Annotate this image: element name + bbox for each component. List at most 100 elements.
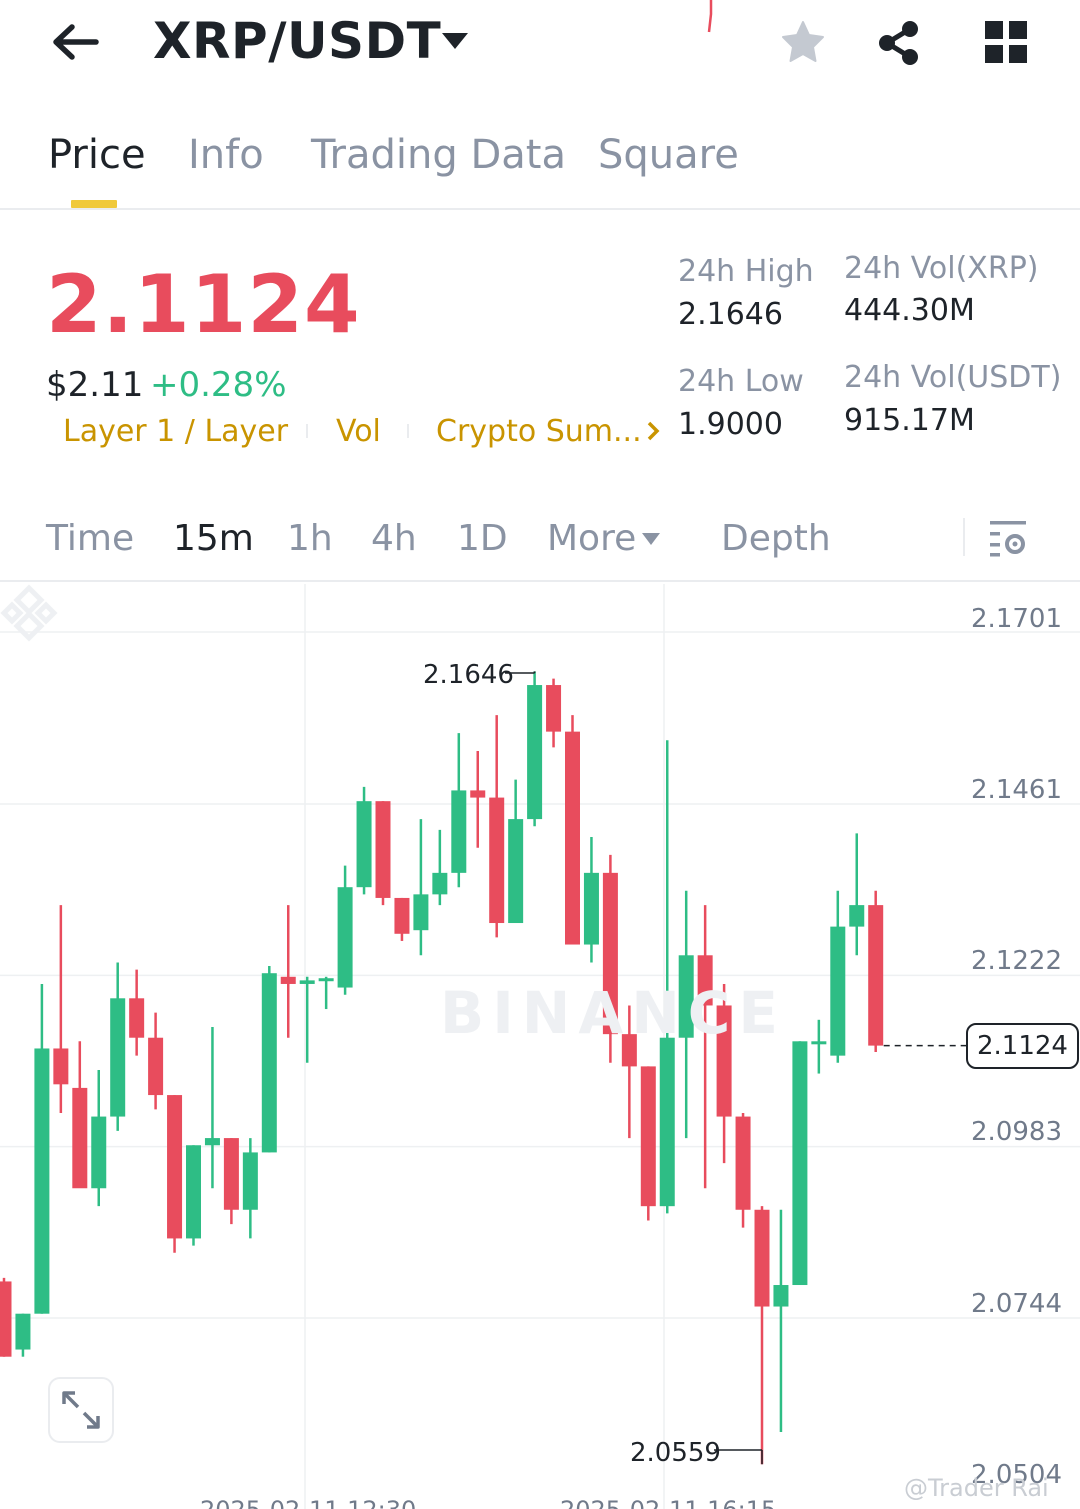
low-value: 1.9000 (678, 407, 783, 442)
candlestick-chart[interactable]: BINANCE 2.1701 2.1461 2.1222 2.0983 2.07… (0, 584, 1080, 1509)
fullscreen-button[interactable] (48, 1377, 114, 1443)
candle-body (129, 998, 145, 1038)
candle-body (318, 978, 334, 982)
candle-body (811, 1041, 827, 1045)
candle-body (261, 973, 277, 1153)
candle-body (849, 905, 865, 927)
candle-body (299, 980, 315, 984)
tab-price[interactable]: Price (48, 132, 146, 178)
expand-icon (62, 1391, 100, 1429)
caret-down-icon[interactable] (440, 30, 470, 52)
candle-body (204, 1138, 220, 1146)
candle-body (337, 887, 353, 988)
candle-body (735, 1116, 751, 1210)
x-axis-label: 2025-02-11 12:30 (200, 1496, 416, 1509)
y-axis-label: 2.0744 (971, 1289, 1062, 1319)
star-icon[interactable] (778, 18, 828, 68)
candle-body (451, 790, 467, 873)
candle-body (394, 897, 410, 934)
red-pen-mark (707, 0, 713, 33)
high-marker-label: 2.1646 (423, 660, 514, 690)
candle-body (223, 1138, 239, 1210)
candle-body (432, 872, 448, 895)
candle-body (15, 1313, 31, 1350)
candle-body (659, 1037, 675, 1207)
candle-body (754, 1209, 770, 1307)
vol-quote-value: 915.17M (844, 403, 975, 438)
low-marker-label: 2.0559 (630, 1438, 721, 1468)
price-change-percent: +0.28% (150, 365, 287, 405)
vol-base-value: 444.30M (844, 293, 975, 328)
interval-1h[interactable]: 1h (287, 518, 333, 559)
tab-square[interactable]: Square (598, 132, 739, 178)
interval-more[interactable]: More (547, 518, 636, 559)
candle-body (640, 1066, 656, 1207)
candle-body (375, 801, 391, 898)
high-value: 2.1646 (678, 297, 783, 332)
candle-body (792, 1041, 808, 1286)
interval-1d[interactable]: 1D (457, 518, 508, 559)
interval-bar: Time 15m 1h 4h 1D More Depth (0, 500, 1080, 582)
candle-body (470, 790, 486, 798)
high-label: 24h High (678, 254, 814, 289)
divider (963, 518, 965, 556)
candle-body (34, 1048, 50, 1314)
vol-quote-label: 24h Vol(USDT) (844, 360, 1062, 395)
depth-tab[interactable]: Depth (721, 518, 831, 559)
candle-body (508, 819, 524, 924)
candle-body (527, 685, 543, 820)
credit-watermark: @Trader Rai (904, 1474, 1049, 1502)
tag-separator (407, 424, 409, 438)
header: XRP/USDT (0, 0, 1080, 90)
share-icon[interactable] (874, 18, 924, 68)
watermark: BINANCE (440, 979, 786, 1047)
candle-body (546, 685, 562, 732)
candle-body (0, 1281, 12, 1357)
binance-logo-watermark (0, 584, 58, 642)
usd-price: $2.11 (46, 365, 144, 405)
last-price: 2.1124 (46, 258, 361, 351)
candle-body (868, 905, 884, 1046)
interval-4h[interactable]: 4h (371, 518, 417, 559)
vol-base-label: 24h Vol(XRP) (844, 251, 1039, 286)
candle-body (110, 998, 126, 1117)
y-axis-label: 2.1222 (971, 946, 1062, 976)
candle-body (413, 894, 429, 931)
interval-time[interactable]: Time (46, 518, 134, 559)
chevron-right-icon[interactable] (646, 418, 662, 444)
pair-title[interactable]: XRP/USDT (153, 12, 441, 70)
candle-body (148, 1037, 164, 1096)
tag-crypto-summary[interactable]: Crypto Sum... (436, 414, 642, 449)
candle-body (280, 976, 296, 984)
candle-body (773, 1285, 789, 1307)
back-arrow-icon[interactable] (50, 20, 100, 64)
tab-trading-data[interactable]: Trading Data (311, 132, 566, 178)
caret-down-icon[interactable] (641, 532, 661, 546)
y-axis-label: 2.1701 (971, 604, 1062, 634)
tag-layer1[interactable]: Layer 1 / Layer (63, 414, 288, 449)
current-price-label: 2.1124 (966, 1022, 1079, 1069)
y-axis-label: 2.0983 (971, 1117, 1062, 1147)
candle-body (242, 1152, 258, 1210)
tag-separator (306, 424, 308, 438)
grid-menu-icon[interactable] (984, 20, 1028, 64)
active-tab-indicator (71, 200, 117, 208)
candle-body (830, 926, 846, 1056)
chart-settings-icon[interactable] (988, 518, 1028, 558)
candle-body (167, 1095, 183, 1239)
candle-body (489, 797, 505, 924)
candle-body (72, 1087, 88, 1189)
candle-body (356, 801, 372, 888)
tag-vol[interactable]: Vol (336, 414, 381, 449)
candle-body (53, 1048, 69, 1085)
candle-body (186, 1145, 201, 1239)
candle-body (565, 731, 580, 945)
section-tabs: Price Info Trading Data Square (0, 110, 1080, 210)
y-axis-label: 2.1461 (971, 775, 1062, 805)
tab-info[interactable]: Info (188, 132, 264, 178)
candle-body (583, 872, 599, 945)
low-label: 24h Low (678, 364, 804, 399)
x-axis-label: 2025-02-11 16:15 (560, 1496, 776, 1509)
interval-15m[interactable]: 15m (173, 518, 254, 559)
candle-body (91, 1116, 107, 1189)
